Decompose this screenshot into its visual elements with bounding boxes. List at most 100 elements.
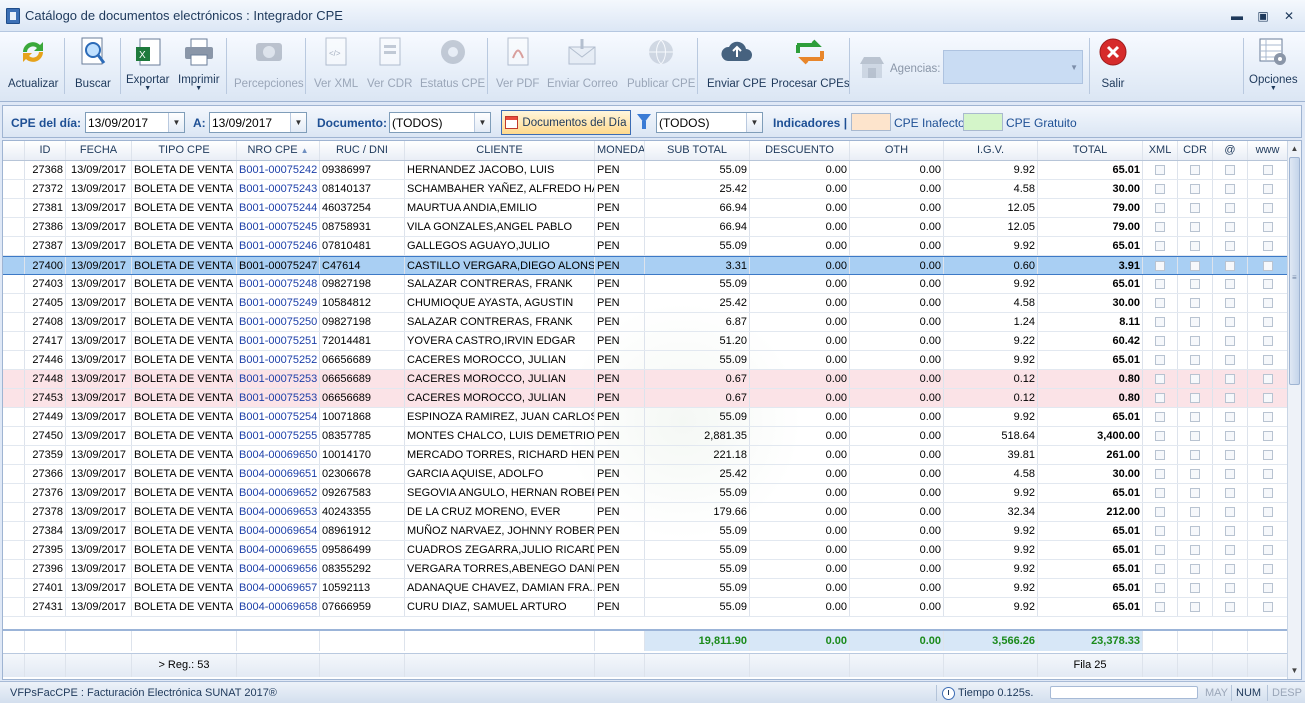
xml-checkbox[interactable] <box>1155 602 1165 612</box>
email-checkbox[interactable] <box>1225 241 1235 251</box>
email-checkbox[interactable] <box>1225 450 1235 460</box>
table-row[interactable]: 27376 13/09/2017 BOLETA DE VENTA B004-00069… <box>3 484 1288 503</box>
www-checkbox[interactable] <box>1262 488 1273 498</box>
xml-checkbox[interactable] <box>1155 355 1165 365</box>
cdr-checkbox[interactable] <box>1190 564 1200 574</box>
percepciones-button[interactable]: Percepciones <box>234 35 304 97</box>
cdr-checkbox[interactable] <box>1190 412 1200 422</box>
documentos-del-dia-button[interactable]: Documentos del Día <box>501 110 631 135</box>
row-indicator[interactable] <box>3 313 25 331</box>
table-row[interactable]: 27405 13/09/2017 BOLETA DE VENTA B001-00075… <box>3 294 1288 313</box>
column-header[interactable]: I.G.V. <box>944 141 1038 160</box>
cdr-checkbox[interactable] <box>1190 488 1200 498</box>
cdr-checkbox[interactable] <box>1190 583 1200 593</box>
row-indicator[interactable] <box>3 237 25 255</box>
column-header[interactable]: NRO CPE ▲ <box>237 141 320 160</box>
xml-checkbox[interactable] <box>1155 488 1165 498</box>
table-row[interactable]: 27450 13/09/2017 BOLETA DE VENTA B001-00075… <box>3 427 1288 446</box>
xml-checkbox[interactable] <box>1155 526 1165 536</box>
cdr-checkbox[interactable] <box>1190 241 1200 251</box>
email-checkbox[interactable] <box>1225 393 1235 403</box>
xml-checkbox[interactable] <box>1155 241 1165 251</box>
agencias-select[interactable]: ▼ <box>943 50 1083 84</box>
imprimir-button[interactable]: Imprimir ▼ <box>178 35 220 97</box>
row-indicator[interactable] <box>3 522 25 540</box>
www-checkbox[interactable] <box>1262 602 1273 612</box>
publicar-cpe-button[interactable]: Publicar CPE <box>627 35 695 97</box>
actualizar-button[interactable]: Actualizar <box>8 35 59 97</box>
xml-checkbox[interactable] <box>1155 412 1165 422</box>
chevron-down-icon[interactable]: ▼ <box>746 113 762 132</box>
table-row[interactable]: 27403 13/09/2017 BOLETA DE VENTA B001-00075… <box>3 275 1288 294</box>
xml-checkbox[interactable] <box>1155 450 1165 460</box>
fecha-hasta-picker[interactable]: 13/09/2017 ▼ <box>209 112 307 133</box>
email-checkbox[interactable] <box>1225 336 1235 346</box>
table-row[interactable]: 27401 13/09/2017 BOLETA DE VENTA B004-00069… <box>3 579 1288 598</box>
cdr-checkbox[interactable] <box>1190 374 1200 384</box>
cdr-checkbox[interactable] <box>1190 298 1200 308</box>
email-checkbox[interactable] <box>1225 184 1235 194</box>
table-row[interactable]: 27381 13/09/2017 BOLETA DE VENTA B001-00075… <box>3 199 1288 218</box>
chevron-down-icon[interactable]: ▼ <box>474 113 490 132</box>
cdr-checkbox[interactable] <box>1190 507 1200 517</box>
www-checkbox[interactable] <box>1262 507 1273 517</box>
buscar-button[interactable]: Buscar <box>75 35 111 97</box>
row-indicator[interactable] <box>3 503 25 521</box>
www-checkbox[interactable] <box>1262 184 1273 194</box>
xml-checkbox[interactable] <box>1155 583 1165 593</box>
email-checkbox[interactable] <box>1225 317 1235 327</box>
xml-checkbox[interactable] <box>1155 431 1165 441</box>
row-indicator[interactable] <box>3 275 25 293</box>
table-row[interactable]: 27366 13/09/2017 BOLETA DE VENTA B004-00069… <box>3 465 1288 484</box>
xml-checkbox[interactable] <box>1155 222 1165 232</box>
chevron-down-icon[interactable]: ▼ <box>168 113 184 132</box>
email-checkbox[interactable] <box>1225 469 1235 479</box>
table-row[interactable]: 27448 13/09/2017 BOLETA DE VENTA B001-00075… <box>3 370 1288 389</box>
xml-checkbox[interactable] <box>1155 261 1165 271</box>
row-indicator[interactable] <box>3 427 25 445</box>
xml-checkbox[interactable] <box>1155 469 1165 479</box>
xml-checkbox[interactable] <box>1155 545 1165 555</box>
table-row[interactable]: 27449 13/09/2017 BOLETA DE VENTA B001-00075… <box>3 408 1288 427</box>
www-checkbox[interactable] <box>1262 203 1273 213</box>
chevron-down-icon[interactable]: ▼ <box>290 113 306 132</box>
cdr-checkbox[interactable] <box>1190 545 1200 555</box>
www-checkbox[interactable] <box>1262 336 1273 346</box>
cdr-checkbox[interactable] <box>1190 469 1200 479</box>
cdr-checkbox[interactable] <box>1190 184 1200 194</box>
www-checkbox[interactable] <box>1262 526 1273 536</box>
table-row[interactable]: 27386 13/09/2017 BOLETA DE VENTA B001-00075… <box>3 218 1288 237</box>
www-checkbox[interactable] <box>1262 241 1273 251</box>
cdr-checkbox[interactable] <box>1190 431 1200 441</box>
column-header[interactable]: DESCUENTO <box>750 141 850 160</box>
row-indicator[interactable] <box>3 408 25 426</box>
column-header[interactable]: MONEDA <box>595 141 645 160</box>
vertical-scrollbar[interactable]: ▲ ≡ ▼ <box>1287 141 1301 679</box>
estado-select[interactable]: (TODOS) ▼ <box>656 112 763 133</box>
xml-checkbox[interactable] <box>1155 374 1165 384</box>
xml-checkbox[interactable] <box>1155 279 1165 289</box>
email-checkbox[interactable] <box>1225 355 1235 365</box>
www-checkbox[interactable] <box>1262 545 1273 555</box>
column-header[interactable]: TOTAL <box>1038 141 1143 160</box>
scroll-up-icon[interactable]: ▲ <box>1288 142 1301 156</box>
xml-checkbox[interactable] <box>1155 317 1165 327</box>
xml-checkbox[interactable] <box>1155 564 1165 574</box>
www-checkbox[interactable] <box>1262 564 1273 574</box>
estatus-cpe-button[interactable]: Estatus CPE <box>420 35 485 97</box>
ver-cdr-button[interactable]: Ver CDR <box>367 35 412 97</box>
table-row[interactable]: 27431 13/09/2017 BOLETA DE VENTA B004-00069… <box>3 598 1288 617</box>
xml-checkbox[interactable] <box>1155 298 1165 308</box>
email-checkbox[interactable] <box>1225 526 1235 536</box>
xml-checkbox[interactable] <box>1155 165 1165 175</box>
cdr-checkbox[interactable] <box>1190 450 1200 460</box>
column-header[interactable]: TIPO CPE <box>132 141 237 160</box>
column-header[interactable]: ID <box>25 141 66 160</box>
column-header[interactable]: OTH <box>850 141 944 160</box>
www-checkbox[interactable] <box>1262 374 1273 384</box>
column-header[interactable]: www <box>1248 141 1288 160</box>
email-checkbox[interactable] <box>1225 412 1235 422</box>
www-checkbox[interactable] <box>1262 317 1273 327</box>
www-checkbox[interactable] <box>1262 450 1273 460</box>
cdr-checkbox[interactable] <box>1190 602 1200 612</box>
